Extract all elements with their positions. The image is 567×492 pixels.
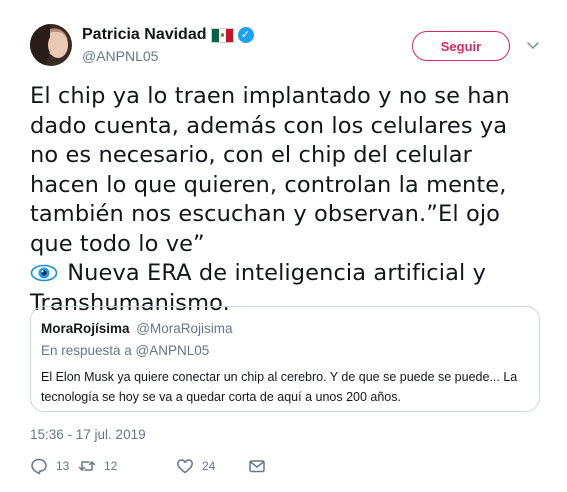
avatar[interactable] [30, 24, 72, 66]
tweet-timestamp[interactable]: 15:36 - 17 jul. 2019 [30, 427, 146, 442]
retweet-icon [78, 461, 96, 471]
quoted-tweet[interactable]: MoraRojísima @MoraRojisima En respuesta … [30, 306, 540, 412]
reply-count: 13 [56, 459, 70, 473]
follow-button[interactable]: Seguir [412, 31, 510, 61]
tweet-card: Patricia Navidad ✓ @ANPNL05 Seguir El ch… [0, 0, 567, 492]
retweet-button[interactable]: 12 [78, 457, 117, 475]
direct-message-button[interactable] [248, 457, 266, 475]
heart-icon [177, 459, 193, 474]
retweet-count: 12 [104, 459, 118, 473]
reply-icon [31, 458, 47, 475]
author-display-name[interactable]: Patricia Navidad [82, 26, 207, 44]
tweet-text: El chip ya lo traen implantado y no se h… [30, 82, 540, 318]
quoted-tweet-text: El Elon Musk ya quiere conectar un chip … [41, 370, 518, 404]
quoted-author-name: MoraRojísima [41, 321, 130, 336]
reply-button[interactable]: 13 [30, 457, 69, 475]
like-count: 24 [202, 459, 216, 473]
like-button[interactable]: 24 [176, 457, 215, 475]
verified-badge-icon: ✓ [237, 27, 254, 43]
quoted-author-handle: @MoraRojisima [136, 321, 233, 336]
mexico-flag-icon [210, 27, 234, 43]
tweet-text-main: El chip ya lo traen implantado y no se h… [30, 83, 510, 257]
quoted-tweet-header: MoraRojísima @MoraRojisima [41, 321, 233, 336]
author-name-row: Patricia Navidad ✓ [82, 26, 254, 44]
quoted-reply-context: En respuesta a @ANPNL05 [41, 343, 210, 358]
envelope-icon [249, 460, 265, 473]
author-handle[interactable]: @ANPNL05 [82, 48, 158, 64]
eye-emoji-icon [30, 264, 58, 282]
chevron-down-icon[interactable] [526, 38, 540, 52]
